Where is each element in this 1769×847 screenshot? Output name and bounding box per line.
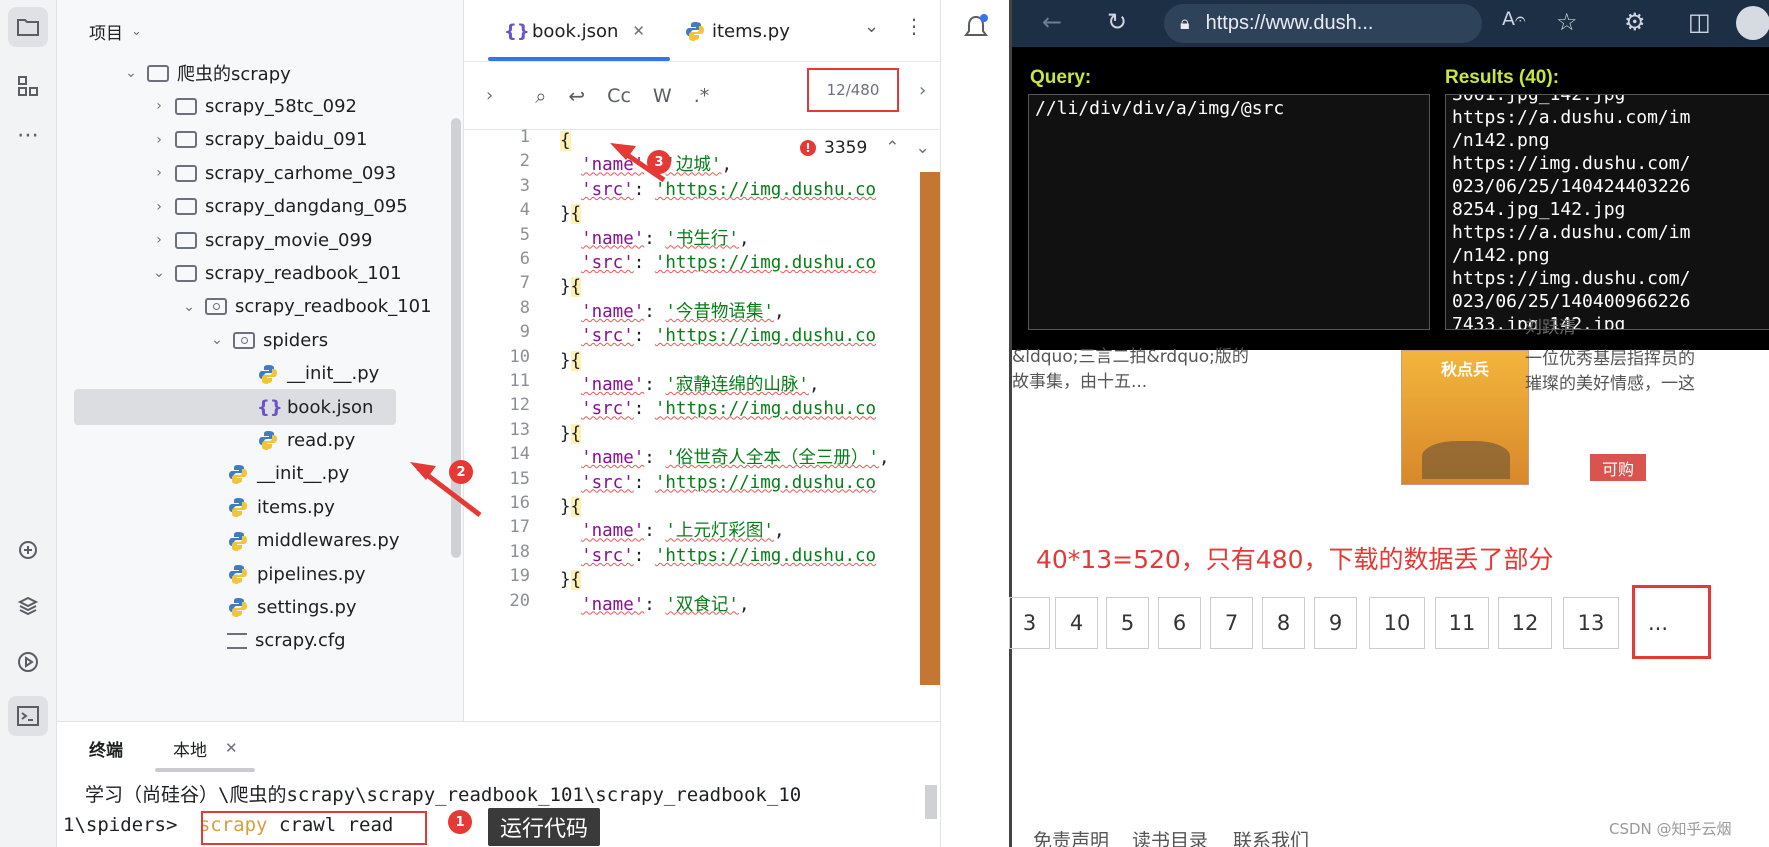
book-cover-image[interactable]: 秋点兵 [1401, 350, 1529, 485]
avatar[interactable] [1736, 6, 1769, 40]
annotation-note: 40*13=520，只有480，下载的数据丢了部分 [1036, 545, 1554, 574]
url-text: https://www.dush... [1205, 12, 1374, 34]
back-icon[interactable]: ← [1042, 8, 1062, 36]
result-line: 023/06/25/140424403226 [1452, 176, 1691, 197]
book-desc-left-1: &ldquo;三言二拍&rdquo;版的 [1012, 347, 1249, 367]
result-line: https://a.dushu.com/im [1452, 222, 1691, 243]
address-bar[interactable]: 🔒︎ https://www.dush... [1164, 4, 1482, 43]
page-button-13[interactable]: 13 [1563, 597, 1619, 649]
page-button[interactable]: 4 [1055, 597, 1098, 649]
screenshot-root: ⋯ 项目 ⌄ ⌄ 爬虫的scrapy › scrapy_58tc_092 › scrapy… [0, 0, 1769, 847]
marker-3: 3 [647, 150, 671, 174]
book-cover-figures [1422, 441, 1510, 479]
page-button[interactable]: 12 [1498, 597, 1552, 649]
buy-badge[interactable]: 可购 [1590, 454, 1646, 481]
results-label: Results (40): [1445, 67, 1560, 88]
result-line: https://a.dushu.com/im [1452, 107, 1691, 128]
extensions-icon[interactable]: ⚙ [1624, 8, 1646, 36]
page-button[interactable]: 8 [1262, 597, 1305, 649]
footer-link[interactable]: 读书目录 [1132, 826, 1208, 847]
marker-2: 2 [449, 460, 473, 484]
marker-1: 1 [448, 810, 472, 834]
favorite-star-icon[interactable]: ☆ [1556, 8, 1578, 36]
book-cover-title: 秋点兵 [1440, 360, 1489, 379]
results-box[interactable]: 3061.jpg_142.jpg https://a.dushu.com/im/n… [1445, 94, 1769, 330]
page-13-highlight-box [1632, 585, 1711, 659]
page-button[interactable]: 6 [1158, 597, 1201, 649]
split-screen-icon[interactable]: ◫ [1688, 8, 1711, 36]
result-line: /n142.png [1452, 130, 1550, 151]
result-line: https://img.dushu.com/ [1452, 268, 1691, 289]
book-desc-right-1: 一位优秀基层指挥员的 [1525, 349, 1695, 369]
footer-link[interactable]: 免责声明 [1033, 826, 1109, 847]
browser-window: ← ↻ 🔒︎ https://www.dush... A𝄐 ☆ ⚙ ◫ Quer… [1009, 0, 1769, 847]
result-line: 7433.jpg_142.jpg [1452, 314, 1626, 330]
page-button[interactable]: 7 [1210, 597, 1253, 649]
result-line: 023/06/25/140400966226 [1452, 291, 1691, 312]
page-button[interactable]: 3 [1009, 597, 1050, 649]
result-line: https://img.dushu.com/ [1452, 153, 1691, 174]
query-label: Query: [1030, 67, 1092, 88]
annotation-arrows [410, 143, 666, 517]
browser-toolbar: ← ↻ 🔒︎ https://www.dush... A𝄐 ☆ ⚙ ◫ [1012, 0, 1769, 47]
result-line: 3061.jpg_142.jpg [1452, 94, 1626, 105]
page-button[interactable]: 11 [1435, 597, 1489, 649]
result-line: /n142.png [1452, 245, 1550, 266]
xpath-helper-panel: Query: //li/div/div/a/img/@src Results (… [1012, 47, 1769, 350]
reload-icon[interactable]: ↻ [1107, 8, 1127, 36]
book-desc-right-2: 璀璨的美好情感，一这 [1525, 374, 1695, 394]
query-input[interactable]: //li/div/div/a/img/@src [1028, 94, 1430, 330]
footer-link[interactable]: 联系我们 [1233, 826, 1309, 847]
lock-icon: 🔒︎ [1180, 13, 1190, 33]
page-button[interactable]: 9 [1314, 597, 1357, 649]
page-button[interactable]: 5 [1106, 597, 1149, 649]
page-button[interactable]: 10 [1369, 597, 1425, 649]
callout-run-code: 运行代码 [488, 808, 601, 846]
book-desc-left-2: 故事集，由十五... [1012, 372, 1148, 392]
result-line: 8254.jpg_142.jpg [1452, 199, 1626, 220]
watermark: CSDN @知乎云烟 [1609, 820, 1732, 838]
book-author[interactable]: 刘跃清 [1525, 314, 1576, 342]
read-aloud-icon[interactable]: A𝄐 [1502, 8, 1526, 30]
